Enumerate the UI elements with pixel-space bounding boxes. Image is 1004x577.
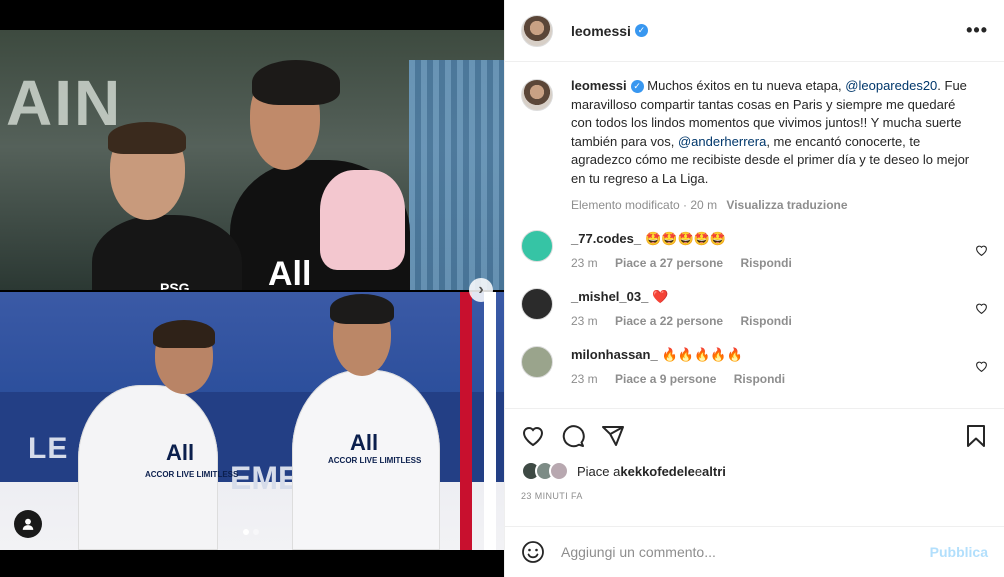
player-1-body (92, 215, 242, 290)
more-options-icon[interactable]: ••• (966, 20, 988, 41)
comment-avatar[interactable] (521, 230, 553, 262)
comment-avatar[interactable] (521, 346, 553, 378)
comment-likes[interactable]: Piace a 22 persone (615, 314, 723, 328)
likes-others-link[interactable]: altri (702, 464, 726, 479)
comments-section[interactable]: leomessi ✓ Muchos éxitos en tu nueva etap… (505, 63, 1004, 408)
post-panel: leomessi ✓ ••• leomessi ✓ Muchos éxitos e… (504, 0, 1004, 577)
heart-icon[interactable] (975, 244, 988, 257)
post-actions: Piace a kekkofedele e altri 23 MINUTI FA (505, 408, 1004, 501)
comment-time: 23 m (571, 256, 598, 270)
comment-item: milonhassan_ 🔥🔥🔥🔥🔥 23 m Piace a 9 persone… (521, 346, 988, 386)
player-3-hair (153, 320, 215, 348)
jersey-logo: All (268, 255, 312, 290)
comment-time: 23 m (571, 372, 598, 386)
player-3-body (78, 385, 218, 550)
fence (409, 60, 504, 290)
heart-icon[interactable] (975, 302, 988, 315)
emoji-icon[interactable] (521, 540, 545, 564)
verified-badge-icon: ✓ (630, 80, 644, 94)
bookmark-icon[interactable] (964, 424, 988, 448)
carousel-dot[interactable] (243, 529, 249, 535)
like-heart-icon[interactable] (521, 424, 545, 448)
caption-text: leomessi ✓ Muchos éxitos en tu nueva etap… (571, 78, 970, 186)
comment-username[interactable]: milonhassan_ (571, 347, 658, 362)
comment-likes[interactable]: Piace a 27 persone (615, 256, 723, 270)
player-1-hair (108, 122, 186, 154)
comment-input[interactable] (561, 544, 930, 560)
post-timestamp[interactable]: 23 MINUTI FA (521, 491, 988, 501)
comment-avatar[interactable] (521, 288, 553, 320)
comment-text: 🤩🤩🤩🤩🤩 (645, 231, 727, 246)
player-2-hair (252, 60, 340, 105)
reply-button[interactable]: Rispondi (734, 372, 785, 386)
reply-button[interactable]: Rispondi (740, 314, 791, 328)
comment-item: _mishel_03_ ❤️ 23 m Piace a 22 persone Ri… (521, 288, 988, 328)
caption-avatar[interactable] (521, 79, 553, 111)
verified-badge-icon: ✓ (634, 24, 648, 37)
comment-text: 🔥🔥🔥🔥🔥 (661, 347, 743, 362)
jersey-sponsor-4: ACCOR LIVE LIMITLESS (328, 456, 422, 465)
publish-button[interactable]: Pubblica (930, 544, 988, 560)
user-icon (22, 518, 34, 530)
jersey-logo-3: All (166, 440, 195, 465)
comment-icon[interactable] (561, 424, 585, 448)
heart-icon[interactable] (975, 360, 988, 373)
carousel-dots (243, 529, 259, 535)
comment-likes[interactable]: Piace a 9 persone (615, 372, 716, 386)
tagged-users-button[interactable] (14, 510, 42, 538)
caption-username[interactable]: leomessi (571, 78, 627, 93)
comment-time: 23 m (571, 314, 598, 328)
jersey-logo-small: PSG (160, 280, 190, 290)
red-stripe (460, 292, 472, 550)
jersey-logo-4: All (350, 430, 379, 455)
author-username[interactable]: leomessi (571, 23, 631, 39)
reply-button[interactable]: Rispondi (740, 256, 791, 270)
player-2-sleeve (320, 170, 405, 270)
player-4-hair (330, 294, 394, 324)
translate-link[interactable]: Visualizza traduzione (726, 198, 847, 212)
wall-text: AIN (6, 67, 123, 139)
author-avatar[interactable] (521, 14, 553, 47)
next-slide-button[interactable]: › (469, 278, 493, 302)
comment-item: _77.codes_ 🤩🤩🤩🤩🤩 23 m Piace a 27 persone … (521, 230, 988, 270)
carousel-dot[interactable] (253, 529, 259, 535)
post-media[interactable]: AIN PSG All LE EMENT All ACCOR LIVE LIMI… (0, 0, 504, 577)
caption: leomessi ✓ Muchos éxitos en tu nueva etap… (521, 77, 988, 212)
add-comment-bar: Pubblica (505, 526, 1004, 577)
photo-top: AIN PSG All (0, 30, 504, 290)
comment-username[interactable]: _77.codes_ (571, 231, 641, 246)
post-header: leomessi ✓ ••• (505, 0, 1004, 62)
share-icon[interactable] (601, 424, 625, 448)
caption-meta: Elemento modificato · 20 m Visualizza tr… (571, 198, 971, 212)
comment-text: ❤️ (652, 289, 669, 304)
edited-label: Elemento modificato · 20 m (571, 198, 718, 212)
comment-username[interactable]: _mishel_03_ (571, 289, 648, 304)
likes-summary: Piace a kekkofedele e altri (521, 461, 988, 481)
jersey-sponsor-3: ACCOR LIVE LIMITLESS (145, 470, 239, 479)
liker-username[interactable]: kekkofedele (620, 464, 694, 479)
chevron-right-icon: › (478, 281, 484, 298)
wall-text-left: LE (28, 432, 69, 465)
liker-avatars (521, 461, 569, 481)
mention-link[interactable]: @anderherrera (678, 134, 766, 149)
mention-link[interactable]: @leoparedes20 (845, 78, 937, 93)
liker-avatar[interactable] (549, 461, 569, 481)
white-stripe (484, 292, 496, 550)
